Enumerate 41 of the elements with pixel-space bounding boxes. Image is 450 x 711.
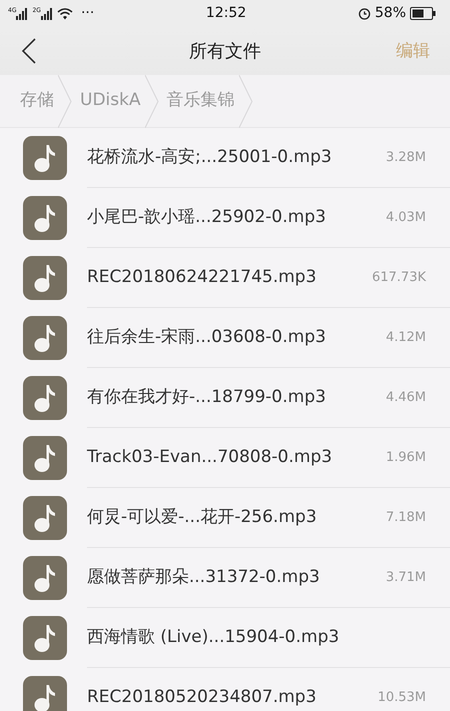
file-name[interactable]: 何炅-可以爱-...花开-256.mp3 [87, 504, 317, 530]
music-file-icon [23, 436, 67, 480]
breadcrumb-separator [238, 74, 253, 128]
file-size: 10.53M [378, 688, 426, 707]
file-size: 4.03M [386, 208, 426, 227]
signal-icon [16, 8, 28, 20]
music-file-icon [23, 196, 67, 240]
battery-percent: 58% [374, 4, 406, 23]
music-file-icon [23, 376, 67, 420]
file-size: 3.71M [386, 568, 426, 587]
file-size: 1.96M [386, 448, 426, 467]
file-name[interactable]: REC20180624221745.mp3 [87, 264, 316, 290]
file-name[interactable]: 小尾巴-歆小瑶...25902-0.mp3 [87, 204, 326, 230]
file-size: 7.18M [386, 508, 426, 527]
battery-icon [410, 7, 436, 20]
file-name[interactable]: 西海情歌 (Live)...15904-0.mp3 [87, 624, 340, 650]
music-file-icon [23, 616, 67, 660]
signal-icon [40, 8, 53, 20]
music-file-icon [23, 136, 67, 180]
music-file-icon [23, 256, 67, 300]
page-title: 所有文件 [189, 40, 261, 64]
breadcrumb-separator [144, 74, 159, 128]
clock-time: 12:52 [206, 5, 246, 21]
wifi-icon [56, 8, 73, 20]
music-file-icon [23, 556, 67, 600]
alarm-icon [358, 7, 371, 20]
music-file-icon [23, 316, 67, 360]
file-size: 3.28M [386, 148, 426, 167]
breadcrumb-separator [58, 74, 72, 128]
file-size: 4.46M [386, 388, 426, 407]
file-name[interactable]: 愿做菩萨那朵...31372-0.mp3 [87, 564, 320, 590]
file-name[interactable]: 往后余生-宋雨...03608-0.mp3 [87, 324, 326, 350]
file-size: 4.12M [386, 328, 426, 347]
file-name[interactable]: 有你在我才好-...18799-0.mp3 [87, 384, 326, 410]
file-name[interactable]: 花桥流水-高安;...25001-0.mp3 [87, 144, 332, 170]
music-file-icon [23, 676, 67, 711]
music-file-icon [23, 496, 67, 540]
file-size: 617.73K [372, 268, 426, 287]
file-name[interactable]: Track03-Evan...70808-0.mp3 [87, 444, 332, 470]
more-indicator: ··· [80, 4, 94, 23]
file-name[interactable]: REC20180520234807.mp3 [87, 684, 316, 710]
